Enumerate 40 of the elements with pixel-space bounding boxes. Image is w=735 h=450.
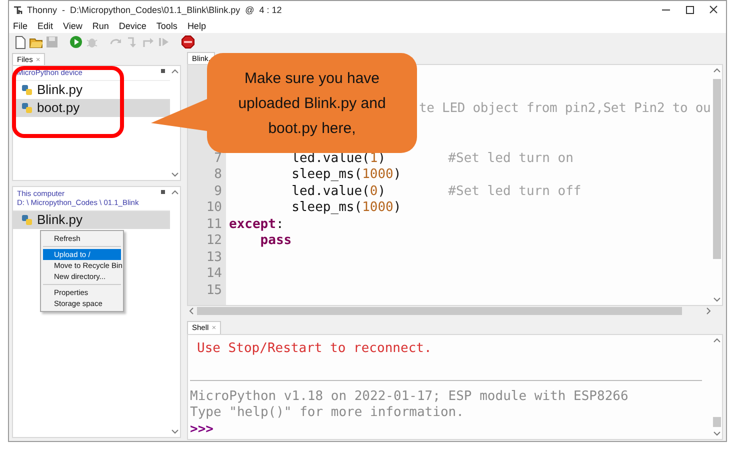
line-number: 7 (213, 150, 223, 167)
shell-output: Type "help()" for more information. (189, 405, 465, 422)
code-line: led.value(0) #Set led turn off (290, 184, 582, 200)
python-file-icon (21, 214, 33, 226)
menu-icon[interactable] (160, 189, 166, 195)
menu-icon[interactable] (160, 68, 166, 74)
menu-item[interactable]: File (12, 21, 29, 31)
line-number: 13 (205, 250, 223, 266)
code-line: pass (259, 233, 292, 250)
python-file-icon (21, 102, 33, 114)
menu-item[interactable]: Run (91, 21, 110, 31)
python-file-icon (21, 84, 33, 96)
stop-icon[interactable] (181, 35, 195, 49)
code-line: sleep_ms(1000) (290, 167, 402, 184)
line-number: 8 (213, 167, 223, 184)
line-number: 11 (205, 216, 223, 233)
script-entry[interactable]: Blink.py (13, 211, 170, 229)
maximize-icon[interactable] (683, 5, 697, 15)
menu-item[interactable]: View (62, 21, 84, 31)
line-number: 15 (205, 282, 223, 299)
line-number: 9 (213, 184, 223, 200)
menu-item[interactable]: Device (118, 21, 148, 31)
line-number: 10 (205, 200, 223, 216)
line-number: 12 (205, 233, 223, 250)
shell-output: MicroPython v1.18 on 2022-01-17; ESP module with ESP8266 (189, 388, 630, 405)
app-icon (13, 4, 23, 16)
code-line: te LED object from pin2,Set Pin2 to ou (419, 101, 711, 118)
error-message: Use Stop/Restart to reconnect. (196, 341, 433, 358)
menu-item[interactable]: Edit (36, 21, 54, 31)
menu-item[interactable]: Help (186, 21, 207, 31)
code-line: sleep_ms(1000) (290, 200, 402, 216)
line-number: 14 (205, 266, 223, 282)
play-icon[interactable] (69, 35, 83, 49)
new-file-icon[interactable] (13, 35, 27, 49)
script-entry[interactable]: Blink.py (13, 81, 170, 99)
code-line: except: (228, 216, 284, 233)
window-title: Thonny - D:\Micropython_Codes\01.1_Blink\Blink.py @ 4 : 12 (27, 5, 283, 15)
menu-item[interactable]: Tools (155, 21, 178, 31)
script-entry[interactable]: boot.py (13, 99, 170, 117)
shell-prompt[interactable]: >>> (188, 422, 712, 438)
